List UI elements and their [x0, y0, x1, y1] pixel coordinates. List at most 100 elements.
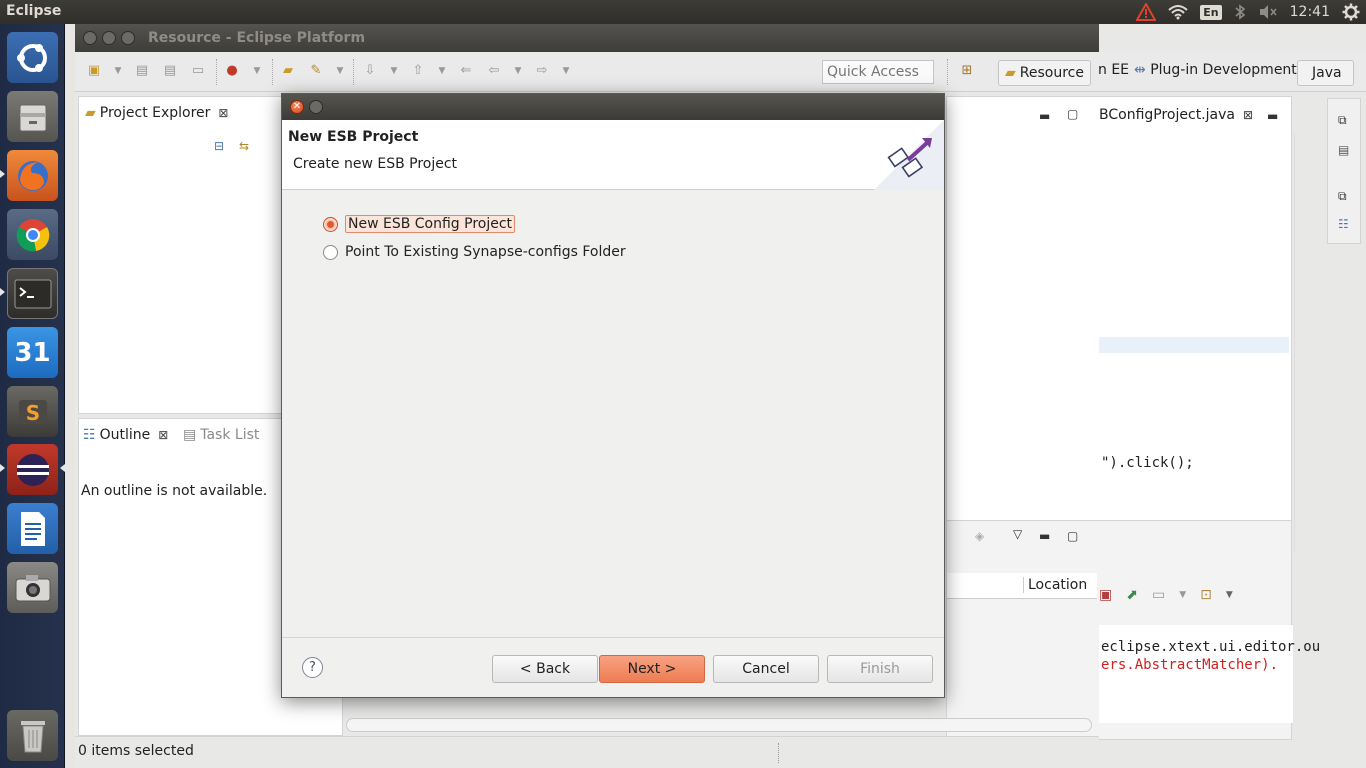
document-icon[interactable]: ▤ [1338, 143, 1349, 157]
console-icon[interactable]: ▣ [1099, 587, 1112, 603]
editor-vertical-scrollbar[interactable] [1294, 133, 1295, 553]
eclipse-icon[interactable] [7, 444, 58, 495]
status-bar: 0 items selected [75, 736, 1099, 768]
dialog-maximize-button[interactable] [309, 100, 323, 114]
perspective-resource-button[interactable]: ▰ Resource [998, 60, 1091, 86]
display-console-icon[interactable]: ▭ [1152, 587, 1165, 603]
back-button[interactable]: < Back [492, 655, 598, 683]
minimize-icon[interactable]: ▬ [1039, 529, 1050, 543]
files-icon[interactable] [7, 91, 58, 142]
dialog-close-button[interactable]: ✕ [290, 100, 304, 114]
sublime-text-icon[interactable]: S [7, 386, 58, 437]
print-icon[interactable]: ▭ [189, 62, 207, 80]
maximize-icon[interactable]: ▢ [1067, 107, 1078, 121]
chrome-icon[interactable] [7, 209, 58, 260]
restore-icon[interactable]: ⧉ [1338, 113, 1347, 128]
top-panel: Eclipse En 12:41 [0, 0, 1366, 24]
dropdown-arrow-icon[interactable]: ▼ [509, 62, 527, 80]
window-close-button[interactable] [83, 31, 97, 45]
tab-task-list[interactable]: ▤ Task List [183, 427, 259, 443]
keyboard-layout-indicator[interactable]: En [1200, 4, 1222, 20]
dropdown-arrow-icon[interactable]: ▼ [557, 62, 575, 80]
save-icon[interactable]: ▤ [133, 62, 151, 80]
restore-icon[interactable]: ⧉ [1338, 189, 1347, 204]
option-label[interactable]: New ESB Config Project [345, 215, 516, 233]
dropdown-arrow-icon[interactable]: ▼ [385, 62, 403, 80]
view-menu-icon[interactable]: ▽ [1013, 527, 1022, 541]
option-label[interactable]: Point To Existing Synapse-configs Folder [345, 244, 626, 260]
tab-editor[interactable]: BConfigProject.java ⊠ [1099, 107, 1253, 123]
maximize-icon[interactable]: ▢ [1067, 529, 1078, 543]
close-icon[interactable]: ⊠ [218, 106, 228, 120]
running-indicator [0, 288, 5, 296]
bluetooth-icon[interactable] [1234, 4, 1246, 20]
option-point-to-existing-folder[interactable]: Point To Existing Synapse-configs Folder [323, 244, 626, 260]
ubuntu-dash-icon[interactable] [7, 32, 58, 83]
wifi-icon[interactable] [1168, 4, 1188, 20]
location-column-header[interactable]: Location [1023, 577, 1087, 593]
perspective-java-label: Java [1312, 65, 1342, 81]
terminal-icon[interactable] [7, 268, 58, 319]
wizard-banner-icon [874, 120, 944, 190]
console-line-error: ers.AbstractMatcher). [1101, 657, 1279, 673]
dropdown-arrow-icon[interactable]: ▼ [248, 62, 266, 80]
minimize-icon[interactable]: ▬ [1267, 109, 1278, 123]
calendar-icon[interactable]: 31 [7, 327, 58, 378]
tab-project-explorer[interactable]: ▰ Project Explorer ⊠ [85, 105, 228, 121]
collapse-all-icon[interactable]: ⊟ [214, 139, 224, 153]
dropdown-arrow-icon[interactable]: ▼ [109, 62, 127, 80]
horizontal-scrollbar[interactable] [346, 718, 1092, 732]
wand-icon[interactable]: ✎ [307, 62, 325, 80]
window-maximize-button[interactable] [121, 31, 135, 45]
pin-console-icon[interactable]: ⬈ [1126, 587, 1138, 603]
dropdown-arrow-icon[interactable]: ▼ [433, 62, 451, 80]
new-icon[interactable]: ▣ [85, 62, 103, 80]
forward-arrow-icon[interactable]: ⇨ [533, 62, 551, 80]
clock[interactable]: 12:41 [1290, 4, 1330, 20]
tab-project-explorer-label: Project Explorer [99, 105, 211, 121]
firefox-icon[interactable] [7, 150, 58, 201]
close-icon[interactable]: ⊠ [158, 428, 168, 442]
next-button[interactable]: Next > [599, 655, 705, 683]
tab-editor-label: BConfigProject.java [1099, 107, 1235, 123]
last-edit-icon[interactable]: ⇐ [457, 62, 475, 80]
save-all-icon[interactable]: ▤ [161, 62, 179, 80]
system-tray: En 12:41 [1136, 0, 1366, 24]
dropdown-arrow-icon[interactable]: ▼ [331, 62, 349, 80]
perspective-ee-button[interactable]: n EE [1098, 62, 1129, 78]
trash-icon[interactable] [7, 710, 58, 761]
radio-point-to-existing-folder[interactable] [323, 244, 338, 260]
radio-new-esb-config-project[interactable] [323, 216, 338, 232]
open-folder-icon[interactable]: ▰ [279, 62, 297, 80]
finish-button[interactable]: Finish [827, 655, 933, 683]
minimize-icon[interactable]: ▬ [1039, 109, 1050, 123]
perspective-resource-label: Resource [1019, 65, 1084, 81]
filter-icon[interactable]: ◈ [975, 529, 984, 543]
settings-gear-icon[interactable] [1342, 3, 1360, 21]
perspective-plugin-button[interactable]: ⇹ Plug-in Development [1134, 62, 1297, 78]
open-console-icon[interactable]: ⊡ [1200, 587, 1212, 603]
volume-mute-icon[interactable] [1258, 4, 1278, 20]
prev-annotation-icon[interactable]: ⇧ [409, 62, 427, 80]
task-list-icon: ▤ [183, 427, 197, 443]
libreoffice-writer-icon[interactable] [7, 503, 58, 554]
perspective-java-button[interactable]: Java [1297, 60, 1354, 86]
window-minimize-button[interactable] [102, 31, 116, 45]
close-icon[interactable]: ⊠ [1243, 108, 1253, 122]
dropdown-arrow-icon[interactable]: ▼ [1226, 590, 1233, 600]
dropdown-arrow-icon[interactable]: ▼ [1179, 590, 1186, 600]
next-annotation-icon[interactable]: ⇩ [361, 62, 379, 80]
option-new-esb-config-project[interactable]: New ESB Config Project [323, 215, 516, 233]
quick-access-input[interactable] [822, 60, 934, 84]
open-perspective-icon[interactable]: ⊞ [958, 62, 976, 80]
cancel-button[interactable]: Cancel [713, 655, 819, 683]
tab-outline[interactable]: ☷ Outline ⊠ [83, 427, 168, 443]
back-arrow-icon[interactable]: ⇦ [485, 62, 503, 80]
outline-icon[interactable]: ☷ [1338, 217, 1349, 231]
run-external-tool-icon[interactable]: ● [223, 62, 241, 80]
link-with-editor-icon[interactable]: ⇆ [239, 139, 249, 153]
warning-icon[interactable] [1136, 3, 1157, 21]
camera-icon[interactable] [7, 562, 58, 613]
help-button[interactable]: ? [302, 657, 323, 678]
problems-table-header: Location [947, 573, 1097, 599]
